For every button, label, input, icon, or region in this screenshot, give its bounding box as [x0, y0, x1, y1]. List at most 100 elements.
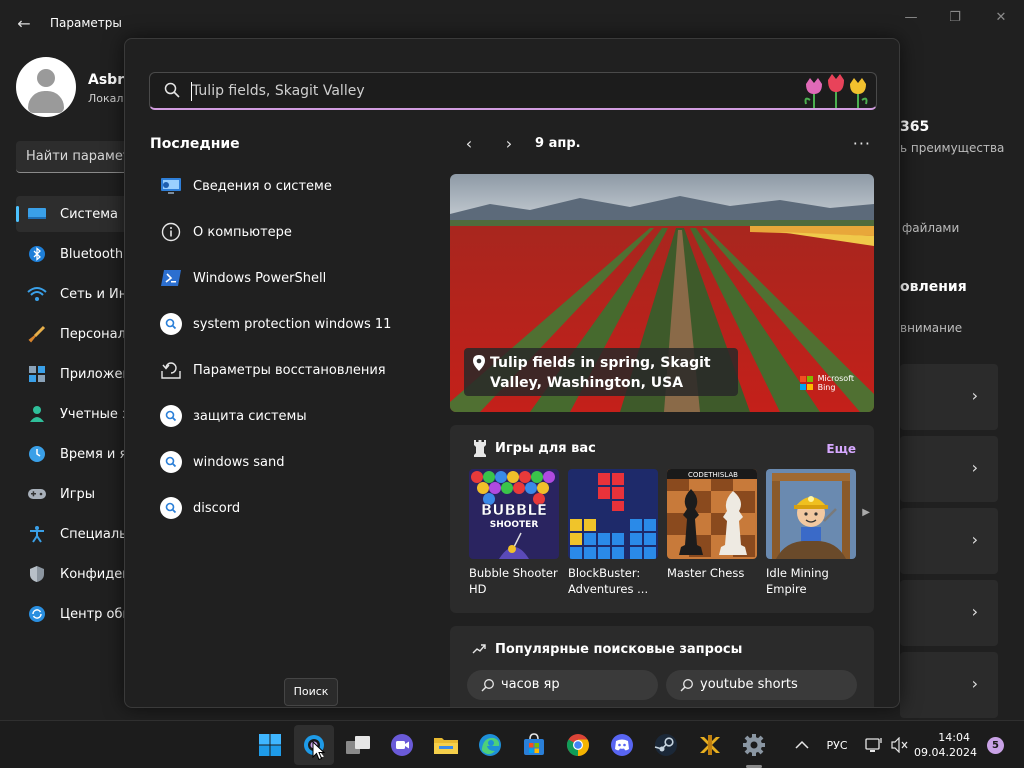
game-tile-idle-mining[interactable]: Idle Mining Empire: [766, 469, 856, 597]
volume-muted-icon: [891, 737, 908, 753]
recent-item-search[interactable]: system protection windows 11: [149, 301, 419, 347]
back-arrow-icon[interactable]: ←: [14, 14, 34, 34]
taskbar-app-chrome[interactable]: [558, 725, 598, 765]
popular-search-pill[interactable]: youtube shorts: [666, 670, 857, 700]
steam-icon: [654, 734, 677, 756]
sidebar-item-label: Игры: [60, 486, 96, 502]
microsoft-logo-icon: [799, 376, 814, 390]
tulip-icon: [804, 74, 868, 108]
clock-icon: [26, 443, 48, 465]
onedrive-subtitle: файлами: [902, 221, 960, 235]
bing-text-line2: Bing: [817, 383, 836, 392]
search-input[interactable]: [192, 80, 792, 102]
recent-item-label: О компьютере: [193, 224, 292, 240]
search-box[interactable]: [149, 72, 877, 110]
recent-item-powershell[interactable]: Windows PowerShell: [149, 255, 419, 301]
start-button[interactable]: [250, 725, 290, 765]
game-tile-blockbuster[interactable]: BlockBuster: Adventures ...: [568, 469, 658, 597]
close-button[interactable]: ✕: [986, 8, 1016, 28]
games-title: Игры для вас: [495, 441, 596, 456]
recent-item-label: Параметры восстановления: [193, 362, 386, 378]
hero-caption[interactable]: Tulip fields in spring, Skagit Valley, W…: [464, 348, 738, 396]
search-icon: [159, 404, 183, 428]
gear-icon: [743, 734, 765, 756]
language-indicator[interactable]: РУС: [820, 721, 854, 768]
settings-card[interactable]: ›: [900, 436, 998, 502]
game-thumbnail: BUBBLE SHOOTER: [469, 469, 559, 559]
taskbar-app-meet[interactable]: [382, 725, 422, 765]
settings-card[interactable]: ›: [900, 652, 998, 718]
video-chat-icon: [391, 734, 413, 756]
recent-item-search[interactable]: защита системы: [149, 393, 419, 439]
settings-card[interactable]: ›: [900, 508, 998, 574]
folder-icon: [434, 738, 458, 754]
powershell-icon: [159, 266, 183, 290]
taskbar-app-edge[interactable]: [470, 725, 510, 765]
search-icon: [481, 679, 494, 692]
popular-search-label: youtube shorts: [700, 677, 798, 692]
maximize-button[interactable]: ❐: [940, 8, 970, 28]
bing-text-line1: Microsoft: [817, 374, 854, 383]
search-icon: [159, 450, 183, 474]
date-label: 9 апр.: [535, 136, 581, 151]
scroll-right-icon[interactable]: ▶: [862, 507, 870, 518]
taskbar-app-archiver[interactable]: [690, 725, 730, 765]
recent-item-label: Windows PowerShell: [193, 270, 327, 286]
brush-icon: [26, 323, 48, 345]
taskbar-app-store[interactable]: [514, 725, 554, 765]
edge-icon: [479, 734, 501, 756]
clock-time: 14:04: [938, 731, 970, 744]
search-flyout: Последние Сведения о системе О компьютер…: [124, 38, 900, 708]
hero-caption-text: Tulip fields in spring, Skagit Valley, W…: [490, 355, 711, 391]
bluetooth-icon: [26, 243, 48, 265]
game-name: Idle Mining Empire: [766, 566, 829, 596]
recent-item-search[interactable]: windows sand: [149, 439, 419, 485]
search-icon: [680, 679, 693, 692]
recent-item-about-pc[interactable]: О компьютере: [149, 209, 419, 255]
taskbar-app-explorer[interactable]: [426, 725, 466, 765]
taskbar-app-discord[interactable]: [602, 725, 642, 765]
recent-item-label: защита системы: [193, 408, 307, 424]
recent-item-search[interactable]: discord: [149, 485, 419, 531]
more-options-icon[interactable]: ···: [853, 134, 871, 153]
system-info-icon: [159, 174, 183, 198]
recent-item-recovery[interactable]: Параметры восстановления: [149, 347, 419, 393]
volume-button[interactable]: [888, 721, 912, 768]
game-tile-master-chess[interactable]: CODETHISLAB Master Chess: [667, 469, 757, 581]
chevron-right-icon: ›: [971, 530, 978, 549]
game-thumbnail: [568, 469, 658, 559]
m365-subtitle: ь преимущества: [900, 141, 1005, 155]
clock[interactable]: 14:04 09.04.2024: [914, 730, 977, 760]
task-view-button[interactable]: [338, 725, 378, 765]
taskbar-app-settings[interactable]: [734, 725, 774, 765]
popular-search-pill[interactable]: часов яр: [467, 670, 658, 700]
m365-title: 365: [900, 119, 930, 135]
recent-item-system-info[interactable]: Сведения о системе: [149, 163, 419, 209]
games-more-link[interactable]: Еще: [826, 442, 856, 456]
taskbar-app-steam[interactable]: [646, 725, 686, 765]
show-hidden-icons-button[interactable]: [790, 721, 814, 768]
game-name: Bubble Shooter HD: [469, 566, 558, 596]
chevron-left-icon[interactable]: ‹: [459, 134, 479, 154]
popular-search-label: часов яр: [501, 677, 560, 692]
sidebar-item-label: Система: [60, 206, 119, 222]
game-thumbnail: CODETHISLAB: [667, 469, 757, 559]
game-tile-bubble-shooter[interactable]: BUBBLE SHOOTER Bubble Shooter HD: [469, 469, 559, 597]
task-view-icon: [346, 736, 370, 754]
settings-card[interactable]: ›: [900, 580, 998, 646]
settings-card[interactable]: ›: [900, 364, 998, 430]
notification-badge[interactable]: 5: [987, 737, 1004, 754]
sidebar-item-label: Конфиден: [60, 566, 131, 582]
network-icon: [865, 738, 882, 752]
chevron-right-icon[interactable]: ›: [499, 134, 519, 154]
shield-icon: [26, 563, 48, 585]
avatar[interactable]: [16, 57, 76, 117]
minimize-button[interactable]: —: [896, 8, 926, 28]
recent-item-label: system protection windows 11: [193, 316, 392, 332]
hero-image-card[interactable]: Tulip fields in spring, Skagit Valley, W…: [450, 174, 874, 412]
chrome-icon: [567, 734, 589, 756]
game-name: Master Chess: [667, 566, 745, 580]
update-title: овления: [900, 279, 967, 295]
network-button[interactable]: [862, 721, 886, 768]
sidebar-item-label: Центр обн: [60, 606, 132, 622]
